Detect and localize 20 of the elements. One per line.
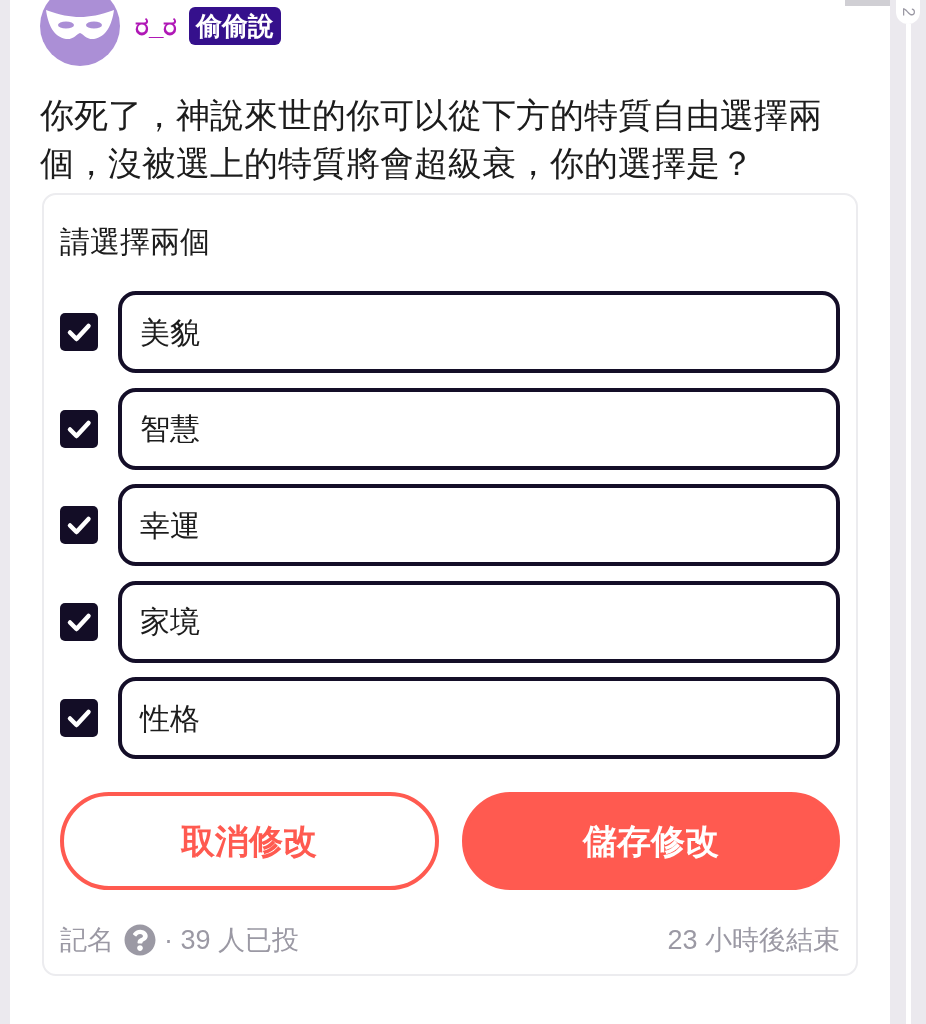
time-remaining: 23 小時後結束 <box>667 924 840 957</box>
poll-option[interactable]: 智慧 <box>118 387 840 470</box>
header-edge-bar <box>845 0 890 6</box>
author-badge: 偷偷說 <box>189 7 282 45</box>
poll-option[interactable]: 家境 <box>118 580 840 663</box>
help-icon[interactable] <box>124 924 156 956</box>
checked-checkbox-icon[interactable] <box>60 602 98 641</box>
checked-checkbox-icon[interactable] <box>60 699 98 737</box>
poll-option[interactable]: 幸運 <box>118 484 840 566</box>
checked-checkbox-icon[interactable] <box>60 409 98 448</box>
checked-checkbox-icon[interactable] <box>60 313 98 351</box>
poll-instruction: 請選擇兩個 <box>60 224 211 260</box>
checked-checkbox-icon[interactable] <box>60 506 98 544</box>
poll-option[interactable]: 美貌 <box>118 291 840 373</box>
visibility-label: 記名 <box>60 924 114 957</box>
vote-count: · 39 人已投 <box>164 924 300 957</box>
page-indicator: 2 <box>896 0 920 24</box>
author-name: ರ_ರ <box>135 9 178 43</box>
question-text: 你死了，神說來世的你可以從下方的特質自由選擇兩個，沒被選上的特質將會超級衰，你的選擇是？ <box>40 95 823 184</box>
poll-option[interactable]: 性格 <box>118 677 840 759</box>
